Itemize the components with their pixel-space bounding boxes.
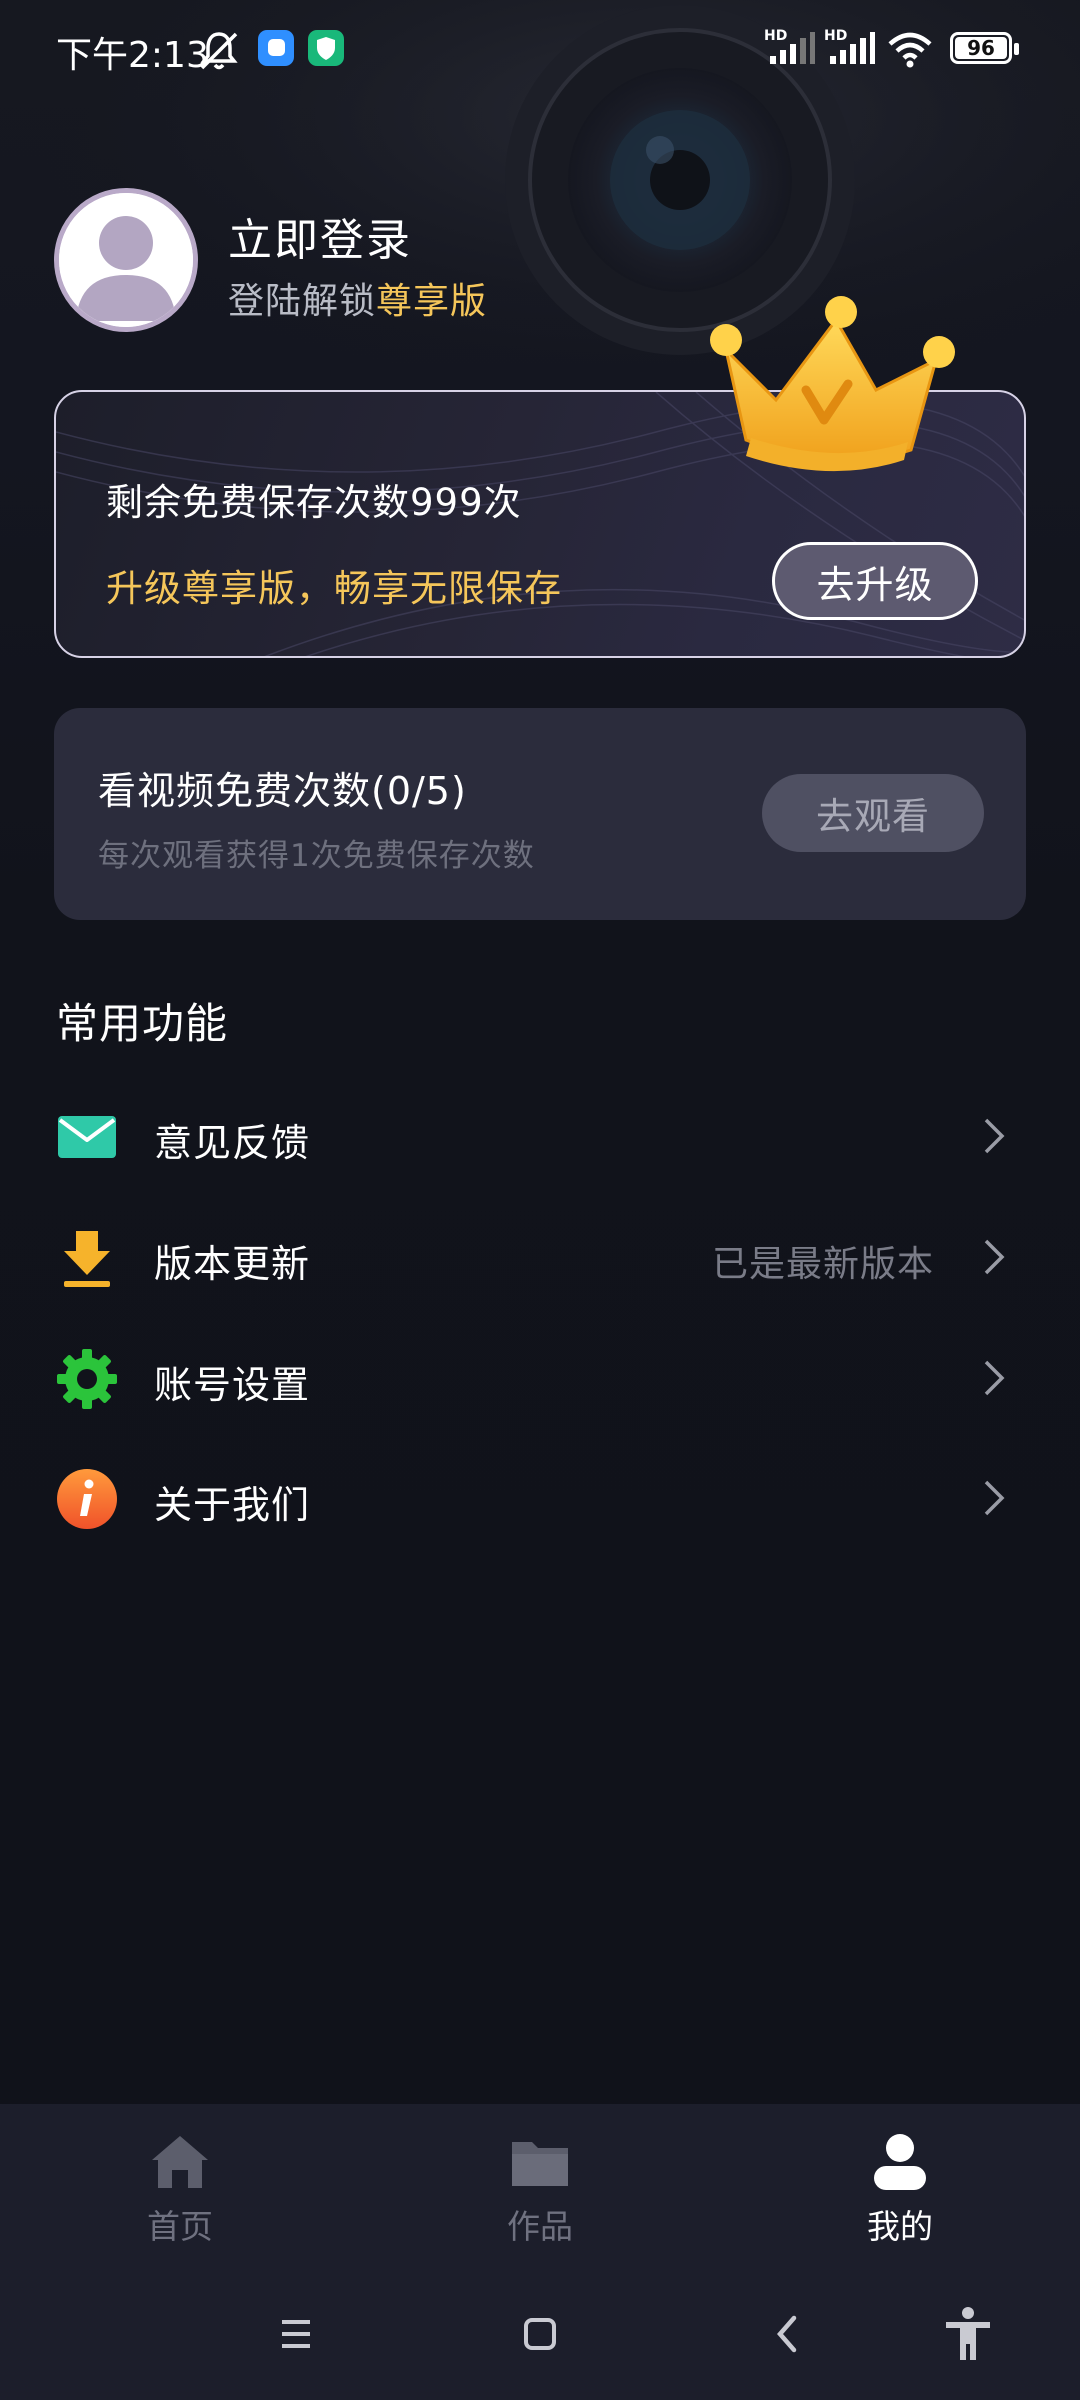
- menu-item-label: 账号设置: [154, 1363, 311, 1407]
- section-title: 常用功能: [56, 999, 229, 1048]
- avatar-placeholder-icon: [59, 193, 193, 327]
- nav-label: 我的: [867, 2207, 933, 2246]
- gear-icon: [57, 1349, 117, 1409]
- free-saves-remaining: 剩余免费保存次数999次: [106, 481, 522, 524]
- accessibility-icon[interactable]: [938, 2304, 998, 2364]
- bottom-nav: 首页 作品 我的: [0, 2104, 1080, 2264]
- upgrade-button[interactable]: 去升级: [772, 542, 978, 620]
- video-free-count: 看视频免费次数(0/5): [98, 769, 467, 813]
- crown-icon: [710, 296, 955, 472]
- login-subtitle-vip: 尊享版: [376, 281, 488, 322]
- system-nav-bar: [0, 2264, 1080, 2400]
- video-reward-card: 看视频免费次数(0/5) 每次观看获得1次免费保存次数 去观看: [54, 708, 1026, 920]
- vip-promo-text: 升级尊享版，畅享无限保存: [106, 567, 562, 610]
- menu-item-label: 关于我们: [154, 1483, 311, 1527]
- chevron-right-icon: [984, 1239, 1005, 1275]
- watch-video-button[interactable]: 去观看: [762, 774, 984, 852]
- home-square-icon[interactable]: [510, 2304, 570, 2364]
- home-icon: [152, 2136, 208, 2188]
- info-icon: [57, 1469, 117, 1529]
- version-status: 已是最新版本: [711, 1244, 934, 1285]
- nav-tab-home[interactable]: 首页: [0, 2104, 360, 2264]
- status-bar: 下午2:13 HD HD 96: [0, 0, 1080, 100]
- mute-bell-icon: [200, 32, 238, 70]
- menu-item-account-settings[interactable]: 账号设置: [0, 1322, 1080, 1432]
- battery-level: 96: [967, 36, 995, 60]
- login-title[interactable]: 立即登录: [228, 204, 412, 268]
- login-subtitle: 登陆解锁尊享版: [228, 272, 487, 324]
- status-time: 下午2:13: [56, 35, 209, 76]
- menu-item-version-update[interactable]: 版本更新 已是最新版本: [0, 1201, 1080, 1311]
- nav-label: 作品: [507, 2207, 573, 2246]
- menu-item-about-us[interactable]: 关于我们: [0, 1442, 1080, 1552]
- download-icon: [64, 1231, 110, 1287]
- folder-icon: [512, 2142, 568, 2186]
- security-notification-icon: [308, 30, 344, 66]
- wifi-icon: [888, 32, 932, 68]
- signal-icon-2: [830, 32, 875, 64]
- user-icon: [874, 2134, 926, 2190]
- nav-tab-works[interactable]: 作品: [360, 2104, 720, 2264]
- chevron-right-icon: [984, 1118, 1005, 1154]
- video-reward-description: 每次观看获得1次免费保存次数: [98, 838, 535, 874]
- menu-item-label: 意见反馈: [154, 1121, 311, 1165]
- battery-icon: 96: [950, 32, 1019, 64]
- nav-label: 首页: [147, 2207, 213, 2246]
- nav-tab-mine[interactable]: 我的: [720, 2104, 1080, 2264]
- screen: 下午2:13 HD HD 96 立即登录 登陆解锁尊享版 剩余免费保存次数999…: [0, 0, 1080, 2400]
- menu-item-feedback[interactable]: 意见反馈: [0, 1080, 1080, 1190]
- back-icon[interactable]: [758, 2304, 818, 2364]
- chevron-right-icon: [984, 1480, 1005, 1516]
- login-subtitle-prefix: 登陆解锁: [228, 281, 377, 322]
- menu-item-label: 版本更新: [154, 1242, 311, 1286]
- chevron-right-icon: [984, 1360, 1005, 1396]
- avatar[interactable]: [54, 188, 198, 332]
- signal-icon-1: [770, 32, 815, 64]
- menu-icon[interactable]: [266, 2304, 326, 2364]
- mail-icon: [58, 1116, 116, 1158]
- app-notification-icon: [258, 30, 294, 66]
